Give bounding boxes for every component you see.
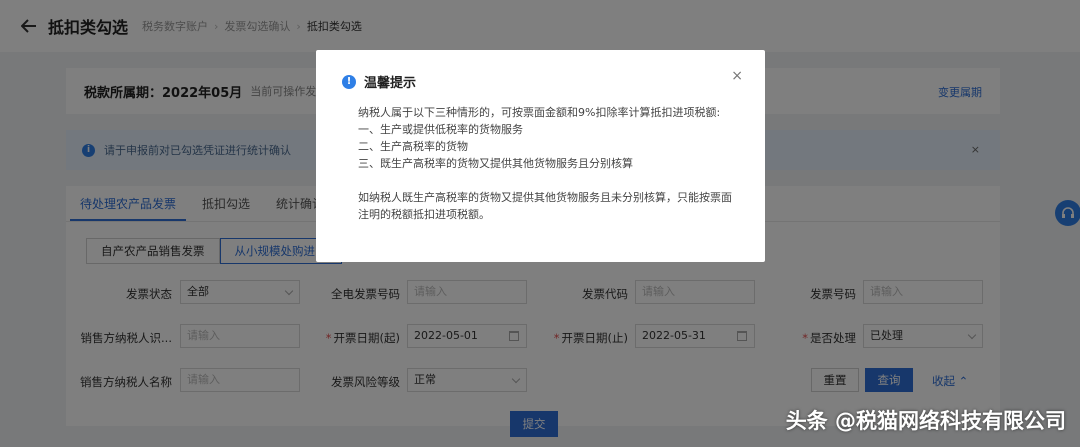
dialog-line: 纳税人属于以下三种情形的，可按票面金额和9%扣除率计算抵扣进项税额: <box>358 106 721 119</box>
dialog-body: 纳税人属于以下三种情形的，可按票面金额和9%扣除率计算抵扣进项税额: 一、生产或… <box>358 104 738 223</box>
tip-dialog: ! 温馨提示 × 纳税人属于以下三种情形的，可按票面金额和9%扣除率计算抵扣进项… <box>316 50 765 262</box>
dialog-line: 三、既生产高税率的货物又提供其他货物服务且分别核算 <box>358 157 633 170</box>
alert-icon: ! <box>342 74 356 89</box>
dialog-line: 二、生产高税率的货物 <box>358 140 468 153</box>
close-icon[interactable]: × <box>731 68 743 84</box>
dialog-title: 温馨提示 <box>364 76 417 91</box>
dialog-paragraph: 如纳税人既生产高税率的货物又提供其他货物服务且未分别核算，只能按票面注明的税额抵… <box>358 191 732 221</box>
dialog-header: ! 温馨提示 <box>342 72 416 91</box>
watermark: 头条 @税猫网络科技有限公司 <box>785 409 1066 433</box>
dialog-line: 一、生产或提供低税率的货物服务 <box>358 123 523 136</box>
